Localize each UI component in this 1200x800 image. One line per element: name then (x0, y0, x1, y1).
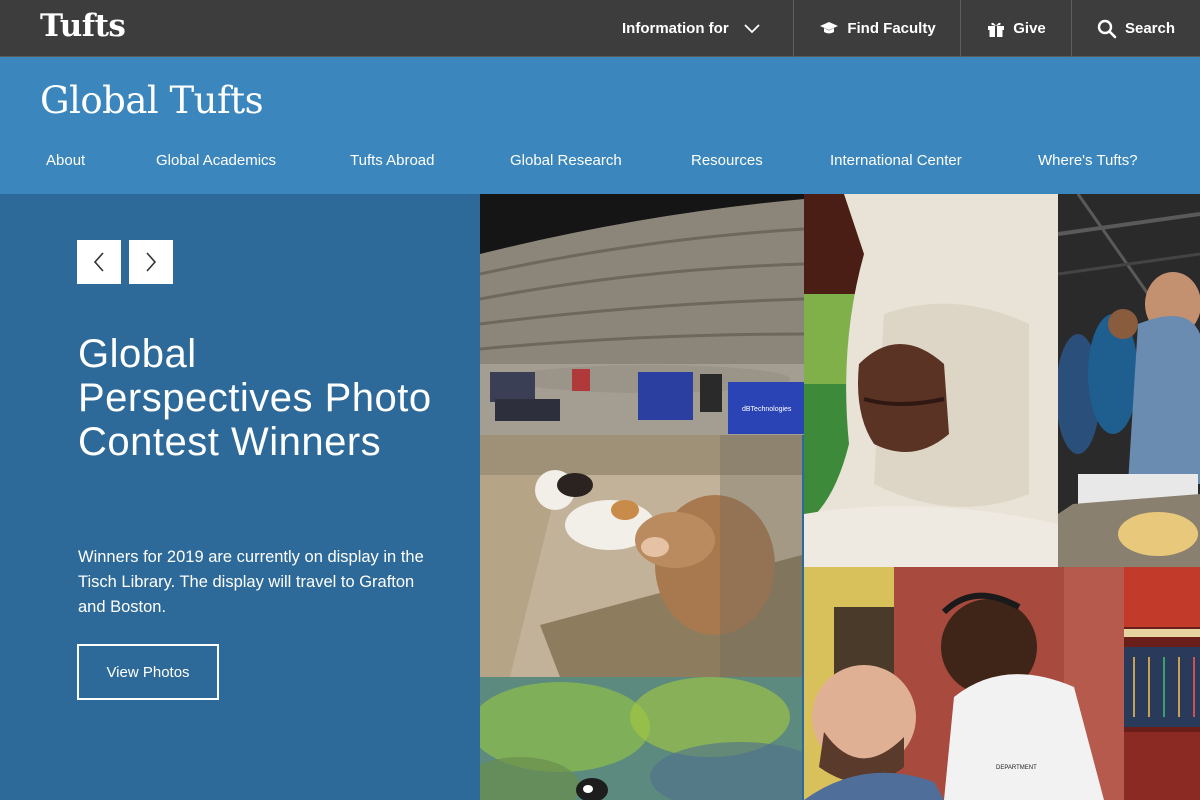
graduation-cap-icon (820, 21, 839, 33)
chevron-down-icon (744, 23, 760, 33)
nav-item-international-center[interactable]: International Center (830, 152, 962, 169)
nav-item-tufts-abroad[interactable]: Tufts Abroad (350, 152, 435, 169)
nav-item-global-research[interactable]: Global Research (510, 152, 622, 169)
hero-description: Winners for 2019 are currently on displa… (78, 548, 424, 616)
search-icon (1097, 19, 1117, 38)
boy-and-man-photo: DEPARTMENT (804, 567, 1124, 800)
search-label: Search (1124, 20, 1176, 37)
amphitheater-photo: dBTechnologies (480, 194, 804, 435)
view-photos-button[interactable]: View Photos (77, 644, 219, 700)
tufts-logo[interactable]: Tufts (40, 8, 126, 44)
previous-slide-button[interactable] (77, 240, 121, 284)
search-button[interactable]: Search (1071, 0, 1200, 57)
site-title[interactable]: Global Tufts (40, 79, 264, 122)
food-vendor-photo (1058, 194, 1200, 567)
head-wrap-portrait-photo (804, 194, 1058, 567)
chevron-right-icon (146, 252, 157, 272)
nav-item-global-academics[interactable]: Global Academics (156, 152, 276, 169)
equipment-case-label: dBTechnologies (742, 406, 792, 413)
give-button[interactable]: Give (960, 0, 1072, 57)
nav-item-resources[interactable]: Resources (691, 152, 763, 169)
chevron-left-icon (93, 252, 104, 272)
cat-and-calf-photo (480, 435, 802, 677)
butterfly-photo (480, 677, 802, 800)
site-header: Global Tufts About Global Academics Tuft… (0, 57, 1200, 194)
information-for-label: Information for (622, 20, 729, 37)
information-for-menu[interactable]: Information for (622, 0, 761, 57)
utility-bar: Tufts Information for Find Faculty Give … (0, 0, 1200, 57)
gift-icon (988, 22, 1005, 37)
find-faculty-label: Find Faculty (847, 20, 936, 37)
give-label: Give (1013, 20, 1046, 37)
nav-item-wheres-tufts[interactable]: Where's Tufts? (1038, 152, 1138, 169)
next-slide-button[interactable] (129, 240, 173, 284)
nav-item-about[interactable]: About (46, 152, 85, 169)
shirt-text: DEPARTMENT (996, 765, 1037, 771)
find-faculty-button[interactable]: Find Faculty (793, 0, 961, 57)
market-stall-photo (1124, 567, 1200, 800)
hero-title: Global Perspectives Photo Contest Winner… (78, 332, 432, 464)
hero-panel: Global Perspectives Photo Contest Winner… (0, 194, 480, 800)
